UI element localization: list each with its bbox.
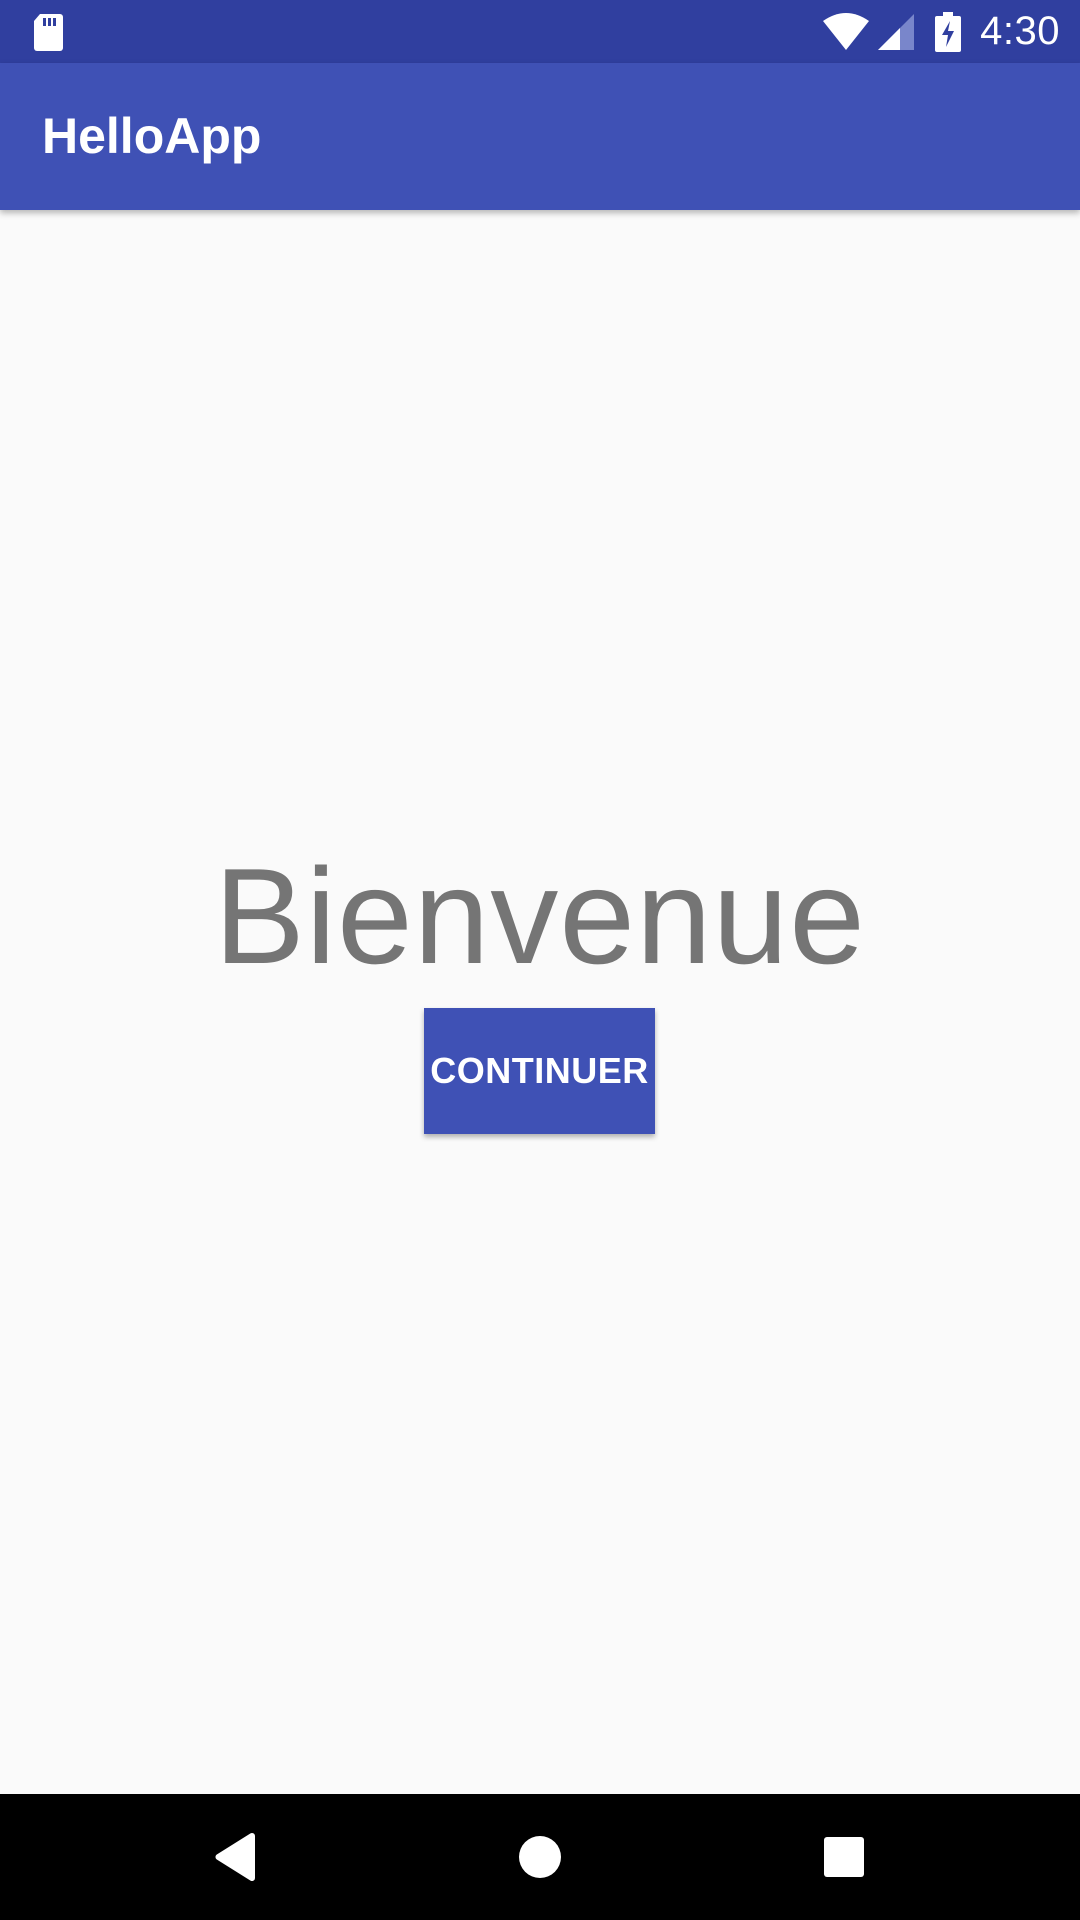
- welcome-text: Bienvenue: [214, 840, 866, 992]
- back-button[interactable]: [206, 1827, 266, 1887]
- signal-icon: [878, 13, 915, 50]
- status-bar: 4:30: [0, 0, 1080, 63]
- battery-charging-icon: [935, 11, 962, 52]
- recents-button[interactable]: [814, 1827, 874, 1887]
- status-icons: 4:30: [822, 0, 1060, 63]
- sd-card-icon: [34, 14, 63, 51]
- back-icon: [215, 1832, 255, 1882]
- home-icon: [519, 1836, 561, 1878]
- clock: 4:30: [980, 9, 1060, 53]
- home-button[interactable]: [510, 1827, 570, 1887]
- app-bar: HelloApp: [0, 63, 1080, 210]
- main-content: Bienvenue CONTINUER: [0, 210, 1080, 1794]
- continue-button[interactable]: CONTINUER: [424, 1008, 655, 1134]
- recents-icon: [824, 1837, 864, 1877]
- app-title: HelloApp: [42, 108, 262, 164]
- navigation-bar: [0, 1794, 1080, 1920]
- wifi-icon: [823, 12, 870, 50]
